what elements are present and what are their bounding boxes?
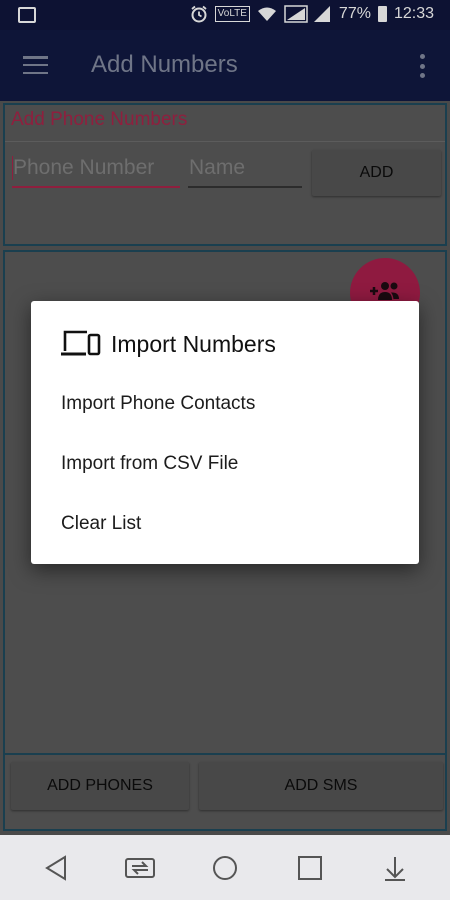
import-phone-contacts-option[interactable]: Import Phone Contacts [31,376,419,432]
wifi-icon [257,7,276,21]
clock: 12:33 [393,5,434,22]
add-group-icon [370,282,399,300]
import-csv-option[interactable]: Import from CSV File [31,436,419,492]
bottom-divider [5,753,445,755]
volte-badge: VoLTE [214,6,250,22]
add-section-label: Add Phone Numbers [11,109,188,130]
devices-icon [61,330,101,356]
back-icon[interactable] [44,855,68,881]
status-bar: VoLTE 77% 12:33 [0,0,450,30]
add-sms-button[interactable]: ADD SMS [199,762,443,810]
page-title: Add Numbers [91,51,238,78]
recents-icon[interactable] [297,855,323,881]
clear-list-option[interactable]: Clear List [31,496,419,552]
menu-icon[interactable] [23,56,48,74]
add-phones-button[interactable]: ADD PHONES [11,762,189,810]
alarm-icon [191,5,207,23]
home-icon[interactable] [212,855,238,881]
phone-number-input[interactable]: Phone Number [12,148,180,188]
battery-percent: 77% [338,5,371,22]
signal-icon [284,5,330,23]
battery-icon [377,6,387,22]
add-numbers-panel: Add Phone Numbers Phone Number Name ADD [3,103,447,246]
status-icons: VoLTE 77% 12:33 [190,5,434,23]
gallery-icon [18,7,36,23]
app-bar: Add Numbers [0,30,450,101]
navigation-bar [0,835,450,900]
import-numbers-dialog: Import Numbers Import Phone Contacts Imp… [31,301,419,564]
switch-app-icon[interactable] [124,855,156,881]
dialog-title: Import Numbers [111,331,276,357]
name-input[interactable]: Name [188,148,302,188]
section-divider [5,141,445,142]
more-vert-icon[interactable] [417,54,427,78]
add-button[interactable]: ADD [312,150,441,196]
notification-pull-icon[interactable] [383,855,407,881]
